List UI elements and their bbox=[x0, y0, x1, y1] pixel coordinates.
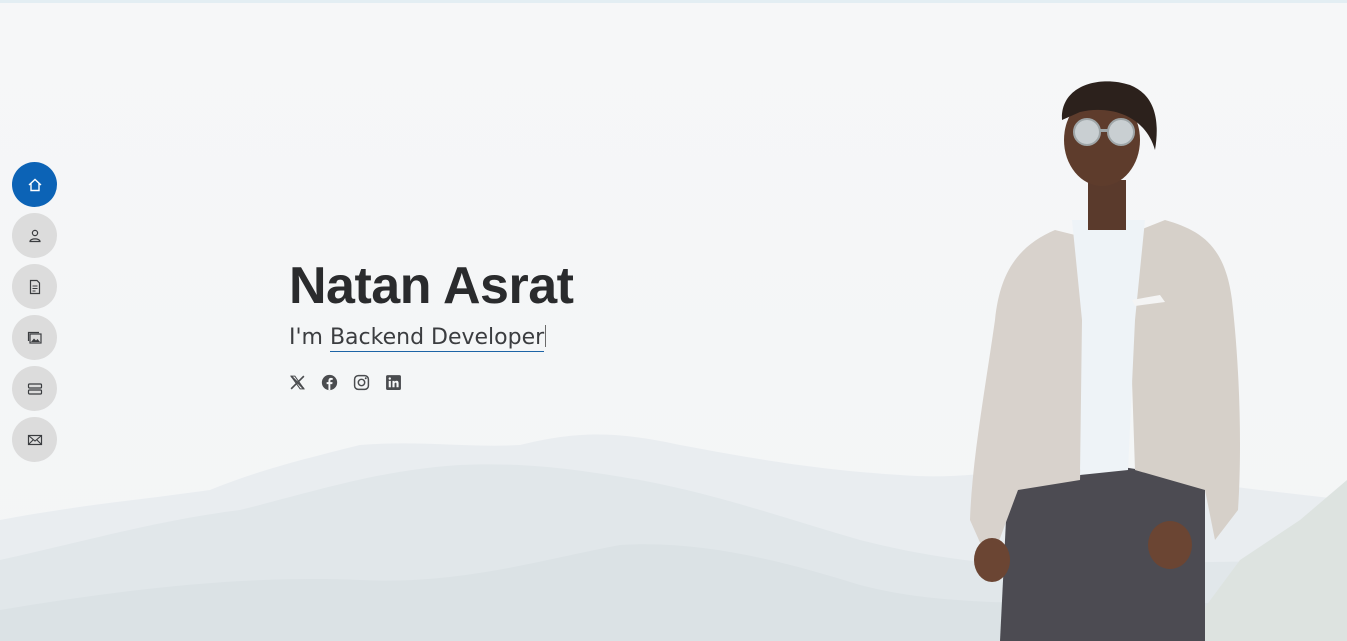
file-icon bbox=[29, 279, 40, 294]
x-twitter-link[interactable] bbox=[288, 373, 306, 391]
home-icon bbox=[28, 178, 41, 191]
subtitle-prefix: I'm bbox=[289, 325, 323, 350]
linkedin-icon bbox=[385, 374, 401, 390]
nav-about-button[interactable] bbox=[12, 213, 57, 258]
nav-resume-button[interactable] bbox=[12, 264, 57, 309]
social-links bbox=[288, 373, 402, 391]
instagram-icon bbox=[353, 374, 369, 390]
person-portrait-image bbox=[970, 81, 1240, 641]
hero-section: Natan Asrat I'm Backend Developer bbox=[289, 255, 574, 352]
typed-role: Backend Developer bbox=[329, 325, 545, 352]
typing-cursor bbox=[545, 325, 547, 347]
hero-name: Natan Asrat bbox=[289, 257, 574, 315]
facebook-icon bbox=[321, 374, 337, 390]
nav-home-button[interactable] bbox=[12, 162, 57, 207]
instagram-link[interactable] bbox=[352, 373, 370, 391]
images-icon bbox=[27, 331, 42, 344]
person-icon bbox=[28, 229, 41, 242]
linkedin-link[interactable] bbox=[384, 373, 402, 391]
hero-subtitle: I'm Backend Developer bbox=[289, 325, 573, 352]
server-icon bbox=[27, 382, 42, 395]
envelope-icon bbox=[27, 434, 42, 445]
nav-portfolio-button[interactable] bbox=[12, 315, 57, 360]
top-border bbox=[0, 0, 1347, 3]
nav-contact-button[interactable] bbox=[12, 417, 57, 462]
x-twitter-icon bbox=[289, 375, 305, 389]
facebook-link[interactable] bbox=[320, 373, 338, 391]
nav-services-button[interactable] bbox=[12, 366, 57, 411]
side-navigation bbox=[12, 162, 57, 462]
